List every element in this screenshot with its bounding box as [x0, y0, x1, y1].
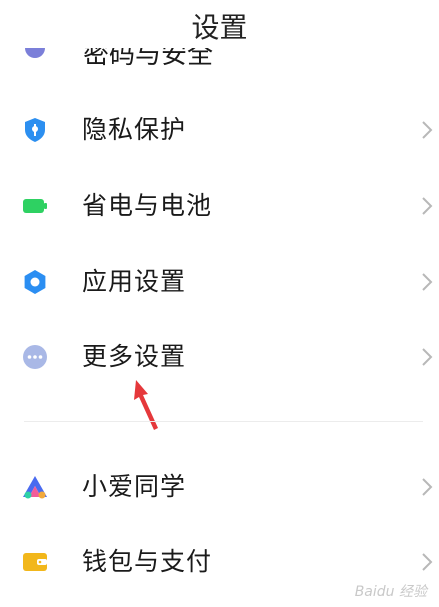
chevron-right-icon — [422, 348, 433, 366]
settings-item-privacy[interactable]: 隐私保护 — [0, 100, 439, 160]
chevron-right-icon — [422, 553, 433, 571]
settings-item-battery[interactable]: 省电与电池 — [0, 176, 439, 236]
chevron-right-icon — [422, 478, 433, 496]
chevron-right-icon — [422, 273, 433, 291]
section-divider — [24, 421, 423, 422]
settings-item-label: 应用设置 — [82, 267, 187, 296]
gear-icon — [22, 269, 48, 295]
more-dots-icon — [22, 344, 48, 370]
annotation-arrow-icon — [134, 380, 158, 430]
battery-icon — [22, 193, 48, 219]
settings-item-more-settings[interactable]: 更多设置 — [0, 327, 439, 387]
settings-item-label: 更多设置 — [82, 342, 187, 371]
clipped-settings-item[interactable]: 密码与安全 — [0, 48, 439, 66]
clipped-item-label: 密码与安全 — [83, 48, 214, 66]
chevron-right-icon — [422, 197, 433, 215]
settings-item-label: 钱包与支付 — [82, 547, 213, 576]
watermark: Baidu 经验 — [354, 584, 427, 600]
privacy-shield-icon — [22, 117, 48, 143]
settings-item-label: 小爱同学 — [82, 472, 187, 501]
xiaoai-icon — [22, 474, 48, 500]
settings-item-label: 省电与电池 — [82, 191, 213, 220]
settings-item-app-settings[interactable]: 应用设置 — [0, 252, 439, 312]
wallet-icon — [22, 549, 48, 575]
settings-item-label: 隐私保护 — [82, 115, 187, 144]
settings-item-xiaoai[interactable]: 小爱同学 — [0, 457, 439, 517]
clipped-item-icon — [25, 48, 45, 58]
page-title: 设置 — [191, 11, 248, 44]
chevron-right-icon — [422, 121, 433, 139]
